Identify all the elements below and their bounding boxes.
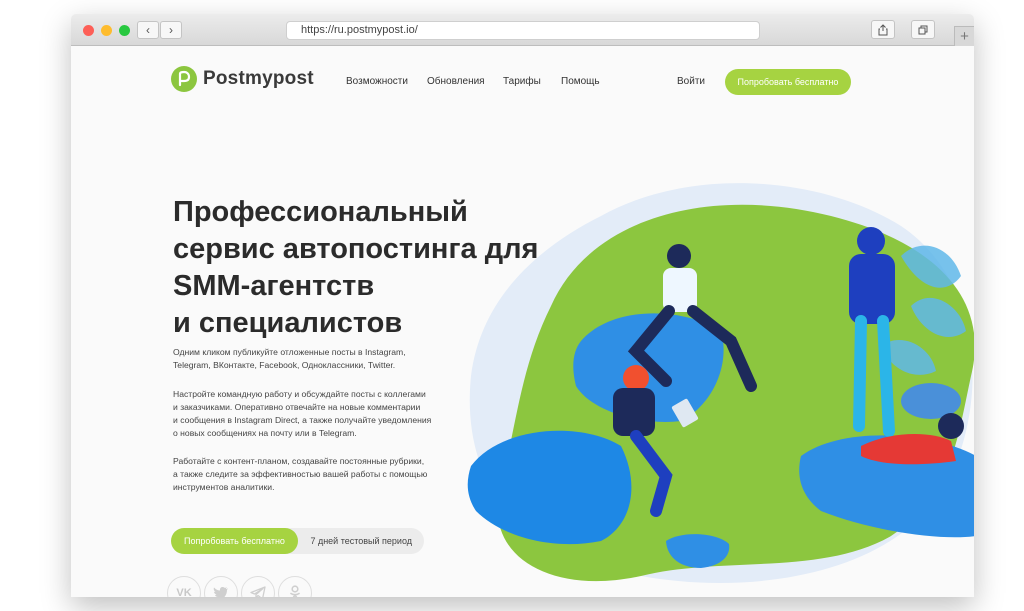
share-button[interactable] [871, 20, 895, 39]
hero-title-line: SMM-агентств [173, 270, 375, 302]
person-3-body [613, 388, 655, 436]
new-tab-button[interactable]: + [954, 26, 974, 46]
address-bar[interactable]: https://ru.postmypost.io/ [286, 21, 760, 40]
hero-title-line: Профессиональный [173, 196, 468, 228]
nav-pricing[interactable]: Тарифы [503, 76, 541, 87]
twitter-icon [213, 586, 228, 597]
tabs-button[interactable] [911, 20, 935, 39]
paragraph-line: а также следите за эффективностью вашей … [173, 469, 428, 479]
paragraph-line: и заказчиками. Оперативно отвечайте на н… [173, 402, 421, 412]
plus-icon: + [960, 28, 969, 45]
hero-title: Профессиональный сервис автопостинга для… [173, 194, 573, 342]
hero-cta-button[interactable]: Попробовать бесплатно [171, 528, 298, 554]
paragraph-line: о новых сообщениях на почту или в Telegr… [173, 428, 357, 438]
paragraph-analytics: Работайте с контент-планом, создавайте п… [173, 455, 473, 494]
login-link[interactable]: Войти [677, 76, 705, 87]
logo[interactable]: Postmypost [171, 66, 314, 92]
web-page: Postmypost Возможности Обновления Тарифы… [71, 46, 974, 597]
trial-period-label: 7 дней тестовый период [283, 528, 424, 554]
pillow-left [467, 430, 632, 545]
twitter-button[interactable] [204, 576, 238, 597]
paragraph-line: Telegram, ВКонтакте, Facebook, Однокласс… [173, 360, 396, 370]
url-text: https://ru.postmypost.io/ [301, 24, 418, 36]
minimize-window-button[interactable] [101, 25, 112, 36]
paragraph-line: Одним кликом публикуйте отложенные посты… [173, 347, 406, 357]
hero-title-line: и специалистов [173, 307, 403, 339]
paragraph-line: Настройте командную работу и обсуждайте … [173, 389, 426, 399]
logo-icon [171, 66, 197, 92]
back-button[interactable]: ‹ [137, 21, 159, 39]
paragraph-line: Работайте с контент-планом, создавайте п… [173, 456, 425, 466]
person-2-body [849, 254, 895, 324]
person-4-head [938, 413, 964, 439]
vk-icon: VK [176, 587, 192, 597]
vk-button[interactable]: VK [167, 576, 201, 597]
person-2-head [857, 227, 885, 255]
back-icon: ‹ [146, 23, 150, 37]
forward-button[interactable]: › [160, 21, 182, 39]
browser-toolbar: ‹ › https://ru.postmypost.io/ + [71, 14, 974, 46]
forward-icon: › [169, 23, 173, 37]
person-1-head [667, 244, 691, 268]
telegram-icon [250, 586, 266, 597]
paragraph-teamwork: Настройте командную работу и обсуждайте … [173, 388, 473, 440]
odnoklassniki-icon [290, 585, 300, 597]
person-3-head [623, 365, 649, 391]
nav-help[interactable]: Помощь [561, 76, 600, 87]
paragraph-line: инструментов аналитики. [173, 482, 275, 492]
odnoklassniki-button[interactable] [278, 576, 312, 597]
close-window-button[interactable] [83, 25, 94, 36]
telegram-button[interactable] [241, 576, 275, 597]
tabs-icon [918, 25, 928, 34]
nav-updates[interactable]: Обновления [427, 76, 485, 87]
paragraph-publishing: Одним кликом публикуйте отложенные посты… [173, 346, 473, 372]
share-icon [878, 23, 888, 35]
browser-window: ‹ › https://ru.postmypost.io/ + Postmypo… [71, 14, 974, 597]
header-cta-button[interactable]: Попробовать бесплатно [725, 69, 851, 95]
zoom-window-button[interactable] [119, 25, 130, 36]
logo-text: Postmypost [203, 68, 314, 89]
paragraph-line: и сообщения в Instagram Direct, а также … [173, 415, 432, 425]
nav-features[interactable]: Возможности [346, 76, 408, 87]
hero-title-line: сервис автопостинга для [173, 233, 539, 265]
